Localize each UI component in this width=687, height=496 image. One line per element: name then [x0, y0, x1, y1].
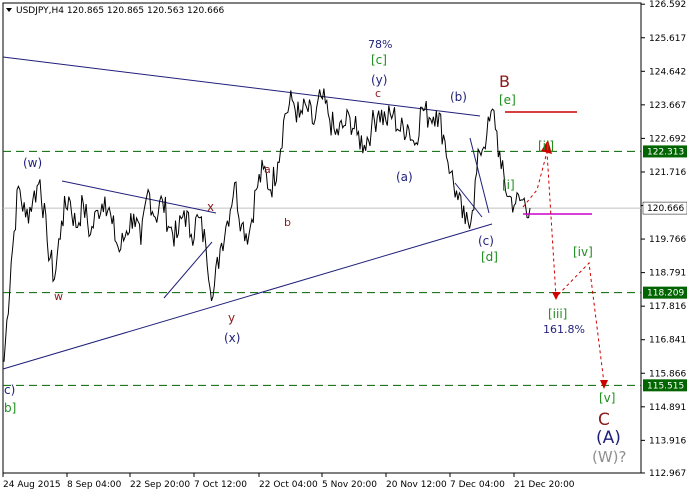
wave-label: a: [264, 163, 271, 176]
wave-label: b: [284, 216, 291, 229]
wave-label: [e]: [499, 93, 516, 107]
y-tick-label: 126.592: [649, 0, 686, 10]
x-tick-label: 7 Dec 04:00: [450, 480, 505, 490]
wave-label: [c]: [371, 53, 387, 67]
wave-label: [iv]: [573, 245, 593, 259]
wave-label: (y): [371, 73, 387, 87]
y-tick-label: 125.617: [649, 34, 686, 44]
y-tick-label: 115.866: [649, 369, 686, 379]
wave-label: (A): [596, 428, 621, 448]
x-tick-label: 5 Nov 20:00: [322, 480, 377, 490]
chart: 126.592 125.617 124.642 123.667 122.692 121.7…: [2, 0, 687, 490]
x-tick-label: 21 Dec 20:00: [514, 480, 575, 490]
price-axis-ticks: 126.592 125.617 124.642 123.667 122.692 121.7…: [641, 0, 687, 479]
y-tick-label: 114.891: [649, 403, 686, 413]
current-price-label: 120.666: [647, 204, 684, 214]
x-tick-label: 24 Aug 2015: [3, 480, 61, 490]
x-tick-label: 7 Oct 12:00: [194, 480, 247, 490]
wave-label: [ii]: [538, 139, 554, 153]
wave-label: [iii]: [548, 307, 567, 321]
wave-label: 78%: [368, 38, 392, 51]
wave-label: 161.8%: [543, 323, 585, 336]
x-tick-label: 22 Oct 04:00: [259, 480, 318, 490]
wave-label: y: [228, 311, 235, 325]
y-tick-label: 117.816: [649, 302, 686, 312]
y-tick-label: 116.841: [649, 336, 686, 346]
reference-level-label: 118.209: [647, 289, 684, 299]
reference-level-label: 115.515: [647, 381, 684, 391]
y-tick-label: 119.766: [649, 235, 686, 245]
symbol-header: USDJPY,H4 120.865 120.865 120.563 120.66…: [16, 6, 225, 16]
y-tick-label: 124.642: [649, 67, 686, 77]
x-tick-label: 22 Sep 20:00: [130, 480, 190, 490]
y-tick-label: 123.667: [649, 101, 686, 111]
y-tick-label: 112.967: [649, 469, 686, 479]
wave-label: C: [598, 410, 610, 430]
x-tick-label: 20 Nov 12:00: [386, 480, 447, 490]
wave-label: (a): [396, 170, 413, 184]
wave-label: [i]: [502, 178, 515, 192]
wave-label: c): [4, 383, 15, 397]
time-axis-ticks: 24 Aug 2015 8 Sep 04:00 22 Sep 20:00 7 Oct …: [2, 473, 575, 490]
wave-label: B: [499, 72, 510, 91]
wave-label: (x): [224, 331, 240, 345]
y-tick-label: 122.692: [649, 134, 686, 144]
wave-label: x: [207, 200, 214, 214]
wave-label: c: [375, 87, 381, 100]
wave-label: [v]: [599, 391, 615, 405]
reference-level-label: 122.313: [647, 147, 684, 157]
plot-area: [2, 2, 642, 474]
y-tick-label: 121.716: [649, 168, 686, 178]
wave-label: w: [54, 290, 63, 303]
y-tick-label: 118.791: [649, 269, 686, 279]
wave-label: (b): [450, 90, 467, 104]
wave-label: (W)?: [592, 448, 627, 466]
x-tick-label: 8 Sep 04:00: [67, 480, 122, 490]
wave-label: (c): [478, 234, 494, 248]
wave-label: b]: [4, 401, 16, 415]
y-tick-label: 113.916: [649, 436, 686, 446]
wave-label: (w): [23, 156, 42, 170]
wave-label: [d]: [481, 250, 498, 264]
